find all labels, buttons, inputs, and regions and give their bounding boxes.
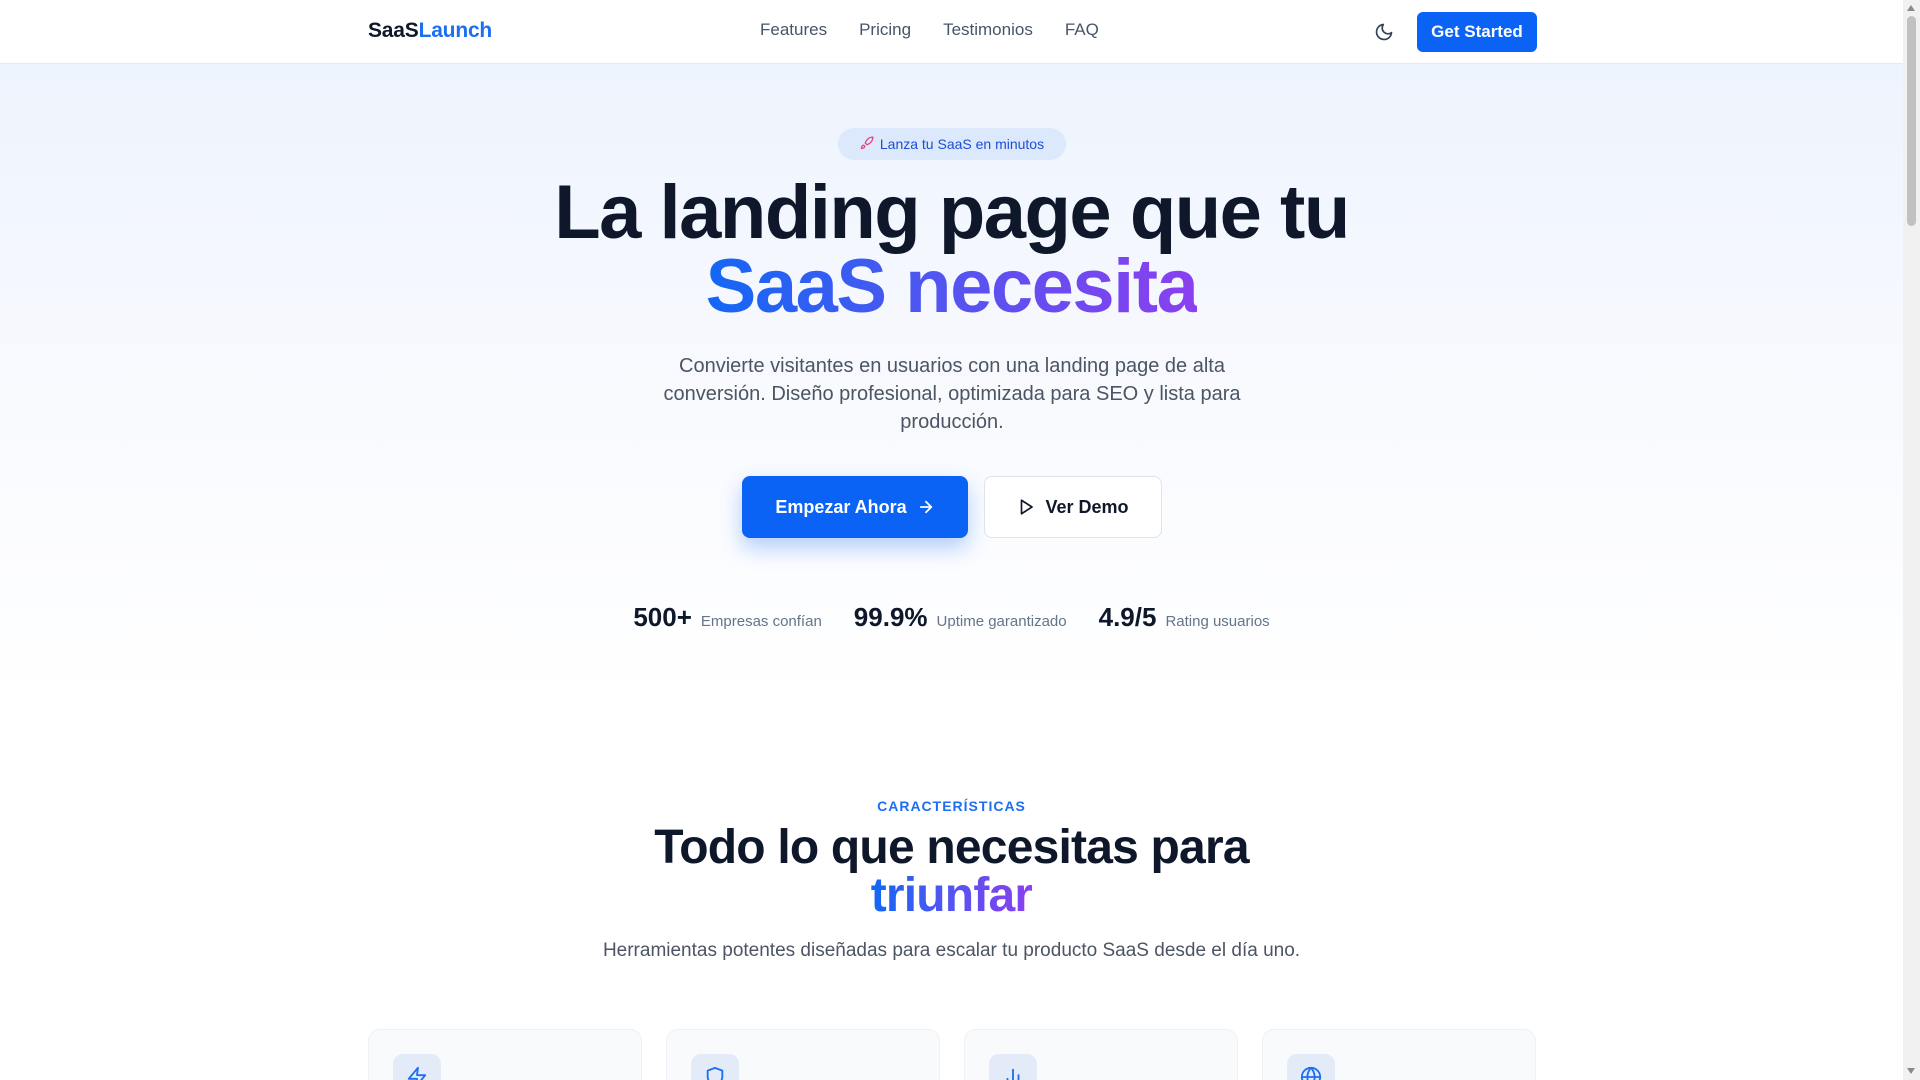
brand-logo[interactable]: SaaSLaunch bbox=[368, 19, 492, 43]
feature-card bbox=[964, 1029, 1238, 1080]
empezar-ahora-label: Empezar Ahora bbox=[775, 496, 907, 517]
globe-icon bbox=[1287, 1054, 1335, 1080]
nav-link-features[interactable]: Features bbox=[760, 20, 827, 40]
stat-value: 99.9% bbox=[853, 602, 928, 632]
brand-name-part2: Launch bbox=[418, 19, 493, 42]
page-scrollbar[interactable] bbox=[1903, 0, 1920, 1080]
hero-title: La landing page que tu SaaS necesita bbox=[0, 175, 1903, 325]
hero-badge: Lanza tu SaaS en minutos bbox=[838, 128, 1066, 160]
hero-title-highlight: SaaS necesita bbox=[705, 244, 1199, 329]
features-title-highlight: triunfar bbox=[870, 869, 1033, 922]
stat-label: Uptime garantizado bbox=[936, 613, 1067, 630]
empezar-ahora-button[interactable]: Empezar Ahora bbox=[742, 476, 968, 538]
brand-name-part1: SaaS bbox=[368, 19, 419, 42]
features-title: Todo lo que necesitas para triunfar bbox=[0, 824, 1903, 920]
rocket-icon bbox=[860, 136, 874, 153]
shield-icon bbox=[691, 1054, 739, 1080]
get-started-button[interactable]: Get Started bbox=[1417, 12, 1537, 52]
feature-card bbox=[666, 1029, 940, 1080]
play-icon bbox=[1021, 499, 1034, 515]
hero-stats: 500+ Empresas confían 99.9% Uptime garan… bbox=[0, 602, 1903, 633]
stat-value: 4.9/5 bbox=[1098, 602, 1157, 632]
ver-demo-button[interactable]: Ver Demo bbox=[984, 476, 1162, 538]
arrow-right-icon bbox=[919, 500, 932, 514]
nav-links: Features Pricing Testimonios FAQ bbox=[760, 20, 1099, 40]
landing-page: SaaSLaunch Features Pricing Testimonios … bbox=[0, 0, 1903, 1080]
stat-rating: 4.9/5 Rating usuarios bbox=[1099, 602, 1270, 633]
bar-chart-icon bbox=[989, 1054, 1037, 1080]
hero-badge-text: Lanza tu SaaS en minutos bbox=[879, 136, 1045, 152]
theme-toggle-button[interactable] bbox=[1370, 18, 1398, 46]
hero-subtitle: Convierte visitantes en usuarios con una… bbox=[663, 355, 1241, 433]
hero-title-line1: La landing page que tu bbox=[554, 170, 1350, 255]
stat-value: 500+ bbox=[633, 602, 692, 632]
stat-companies: 500+ Empresas confían bbox=[633, 602, 821, 633]
nav-link-pricing[interactable]: Pricing bbox=[859, 20, 911, 40]
stat-label: Rating usuarios bbox=[1165, 613, 1270, 630]
scroll-down-arrow-icon[interactable] bbox=[1907, 1068, 1915, 1074]
scroll-up-arrow-icon[interactable] bbox=[1907, 5, 1915, 11]
navbar: SaaSLaunch Features Pricing Testimonios … bbox=[0, 0, 1903, 64]
features-eyebrow: CARACTERÍSTICAS bbox=[877, 798, 1026, 814]
stat-uptime: 99.9% Uptime garantizado bbox=[854, 602, 1067, 633]
features-subtitle: Herramientas potentes diseñadas para esc… bbox=[602, 940, 1301, 961]
moon-icon bbox=[1375, 23, 1393, 41]
nav-link-testimonios[interactable]: Testimonios bbox=[943, 20, 1033, 40]
nav-link-faq[interactable]: FAQ bbox=[1065, 20, 1099, 40]
feature-card bbox=[1262, 1029, 1536, 1080]
lightning-icon bbox=[393, 1054, 441, 1080]
stat-label: Empresas confían bbox=[700, 613, 822, 630]
features-title-line1: Todo lo que necesitas para bbox=[654, 821, 1249, 874]
ver-demo-label: Ver Demo bbox=[1045, 496, 1129, 517]
scrollbar-thumb[interactable] bbox=[1907, 16, 1916, 226]
feature-cards bbox=[368, 1029, 1536, 1080]
feature-card bbox=[368, 1029, 642, 1080]
